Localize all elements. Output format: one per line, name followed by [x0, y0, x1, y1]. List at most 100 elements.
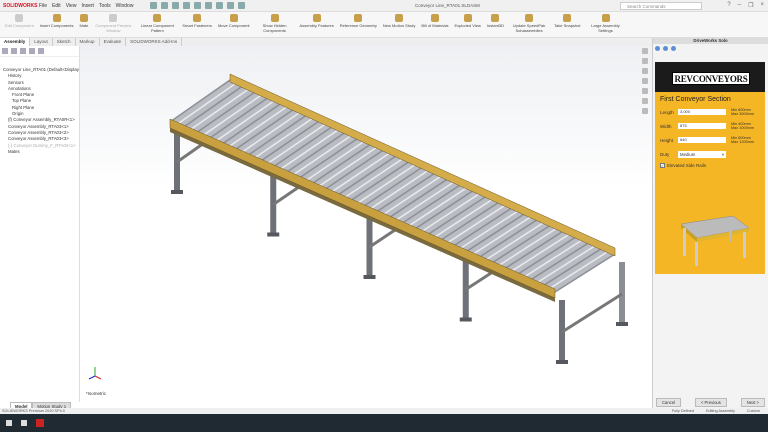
duty-select[interactable]: Medium	[678, 150, 726, 158]
command-button[interactable]: Component Preview Window	[91, 12, 135, 37]
height-input[interactable]: 640	[678, 137, 726, 143]
command-button[interactable]: Reference Geometry	[337, 12, 380, 37]
tab-markup[interactable]: Markup	[76, 38, 100, 46]
command-button[interactable]: Mate	[76, 12, 91, 37]
select-icon[interactable]	[216, 2, 224, 9]
command-icon	[193, 14, 202, 22]
view-palette-icon[interactable]	[642, 78, 648, 84]
field-label: Height	[660, 137, 674, 143]
help-icon[interactable]: ?	[727, 2, 730, 9]
refresh-icon[interactable]	[663, 46, 668, 51]
tab-evaluate[interactable]: Evaluate	[100, 38, 127, 46]
tab-assembly[interactable]: Assembly	[0, 38, 31, 46]
property-tab-icon[interactable]	[11, 48, 17, 54]
command-button[interactable]: Assembly Features	[297, 12, 337, 37]
command-button[interactable]: Insert Components	[37, 12, 77, 37]
command-button[interactable]: Update SpeedPak Subassemblies	[507, 12, 551, 37]
document-title: Conveyor Line_RTA01.SLDASM	[415, 3, 480, 8]
command-label: Large Assembly Settings	[591, 23, 620, 33]
field-label: Length	[660, 109, 674, 115]
command-button[interactable]: Linear Component Pattern	[135, 12, 179, 37]
graphics-viewport[interactable]: *Isometric	[80, 46, 652, 402]
tree-item[interactable]: Mates	[0, 149, 79, 155]
solidworks-taskbar-icon[interactable]	[36, 419, 44, 427]
elevated-side-rails-checkbox[interactable]: ✓ Elevated Side Rails	[660, 163, 765, 168]
config-tab-icon[interactable]	[20, 48, 26, 54]
options-icon[interactable]	[238, 2, 246, 9]
menu-view[interactable]: View	[66, 3, 77, 9]
command-icon	[563, 14, 572, 22]
menu-window[interactable]: Window	[116, 3, 134, 9]
command-button[interactable]: Edit Component	[2, 12, 37, 37]
menu-bar: File Edit View Insert Tools Window	[39, 3, 138, 9]
command-label: Mate	[79, 23, 89, 28]
command-button[interactable]: Instant3D	[484, 12, 507, 37]
resources-icon[interactable]	[642, 48, 648, 54]
settings-icon[interactable]	[671, 46, 676, 51]
command-button[interactable]: Show Hidden Components	[253, 12, 297, 37]
cancel-button[interactable]: Cancel	[656, 398, 682, 407]
command-button[interactable]: Large Assembly Settings	[584, 12, 628, 37]
tab-sketch[interactable]: Sketch	[53, 38, 76, 46]
custom-properties-icon[interactable]	[642, 98, 648, 104]
minimize-button[interactable]: –	[738, 2, 741, 9]
tree-item[interactable]: (f) Conveyor Assembly_RTA0R<1>	[0, 117, 79, 123]
undo-icon[interactable]	[205, 2, 213, 9]
menu-file[interactable]: File	[39, 3, 47, 9]
command-button[interactable]: Move Component	[215, 12, 253, 37]
tree-item[interactable]: Conveyor Assembly_RTA03<3>	[0, 136, 79, 142]
quick-access-toolbar	[150, 2, 246, 9]
tab-solidworks-add-ins[interactable]: SOLIDWORKS Add-Ins	[126, 38, 183, 46]
conveyor-preview-image	[680, 215, 750, 266]
command-button[interactable]: New Motion Study	[380, 12, 418, 37]
field-row: Length 3,000 Min 600mm Max 3000mm	[660, 107, 765, 117]
appearances-icon[interactable]	[642, 88, 648, 94]
command-button[interactable]: Bill of Materials	[418, 12, 451, 37]
cross-brace	[561, 292, 623, 334]
duty-label: Duty	[660, 151, 670, 157]
home-icon[interactable]	[150, 2, 158, 9]
file-explorer-icon[interactable]	[642, 68, 648, 74]
command-button[interactable]: Take Snapshot	[551, 12, 583, 37]
design-library-icon[interactable]	[642, 58, 648, 64]
save-icon[interactable]	[183, 2, 191, 9]
print-icon[interactable]	[194, 2, 202, 9]
leg-foot	[363, 275, 376, 279]
brand-logo: REVCONVEYORS	[672, 72, 750, 85]
tab-layout[interactable]: Layout	[30, 38, 53, 46]
open-icon[interactable]	[172, 2, 180, 9]
menu-insert[interactable]: Insert	[81, 3, 94, 9]
command-icon	[430, 14, 439, 22]
new-icon[interactable]	[161, 2, 169, 9]
command-icon	[52, 14, 61, 22]
start-icon[interactable]	[6, 420, 12, 426]
close-button[interactable]: ×	[760, 2, 764, 9]
revconveyors-form: REVCONVEYORS First Conveyor Section Leng…	[655, 62, 765, 274]
command-button[interactable]: Exploded View	[452, 12, 484, 37]
dimxpert-tab-icon[interactable]	[29, 48, 35, 54]
driveworks-icon[interactable]	[642, 108, 648, 114]
next-button[interactable]: Next >	[740, 398, 765, 407]
leg-foot	[616, 322, 628, 326]
checkbox-check-icon[interactable]: ✓	[660, 163, 665, 168]
command-icon	[463, 14, 472, 22]
task-view-icon[interactable]	[21, 420, 27, 426]
rebuild-icon[interactable]	[227, 2, 235, 9]
command-label: Insert Components	[39, 23, 74, 28]
restore-button[interactable]: ❐	[748, 2, 753, 9]
length-input[interactable]: 3,000	[678, 109, 726, 115]
home-icon[interactable]	[655, 46, 660, 51]
solidworks-logo: SOLIDWORKS	[3, 2, 38, 9]
field-row: Height 640 Min 600mm Max 1200mm	[660, 135, 765, 145]
menu-tools[interactable]: Tools	[99, 3, 111, 9]
tree-item[interactable]: (-) Conveyor Dummy_F_RTA02<1>	[0, 143, 79, 149]
conveyor-model[interactable]	[80, 46, 652, 402]
search-commands-input[interactable]: Search Commands	[620, 2, 702, 10]
display-tab-icon[interactable]	[38, 48, 44, 54]
previous-button[interactable]: < Previous	[694, 398, 727, 407]
command-label: Exploded View	[454, 23, 481, 28]
width-input[interactable]: 875	[678, 123, 726, 129]
feature-tree-tab-icon[interactable]	[2, 48, 8, 54]
menu-edit[interactable]: Edit	[52, 3, 61, 9]
command-button[interactable]: Smart Fasteners	[179, 12, 215, 37]
